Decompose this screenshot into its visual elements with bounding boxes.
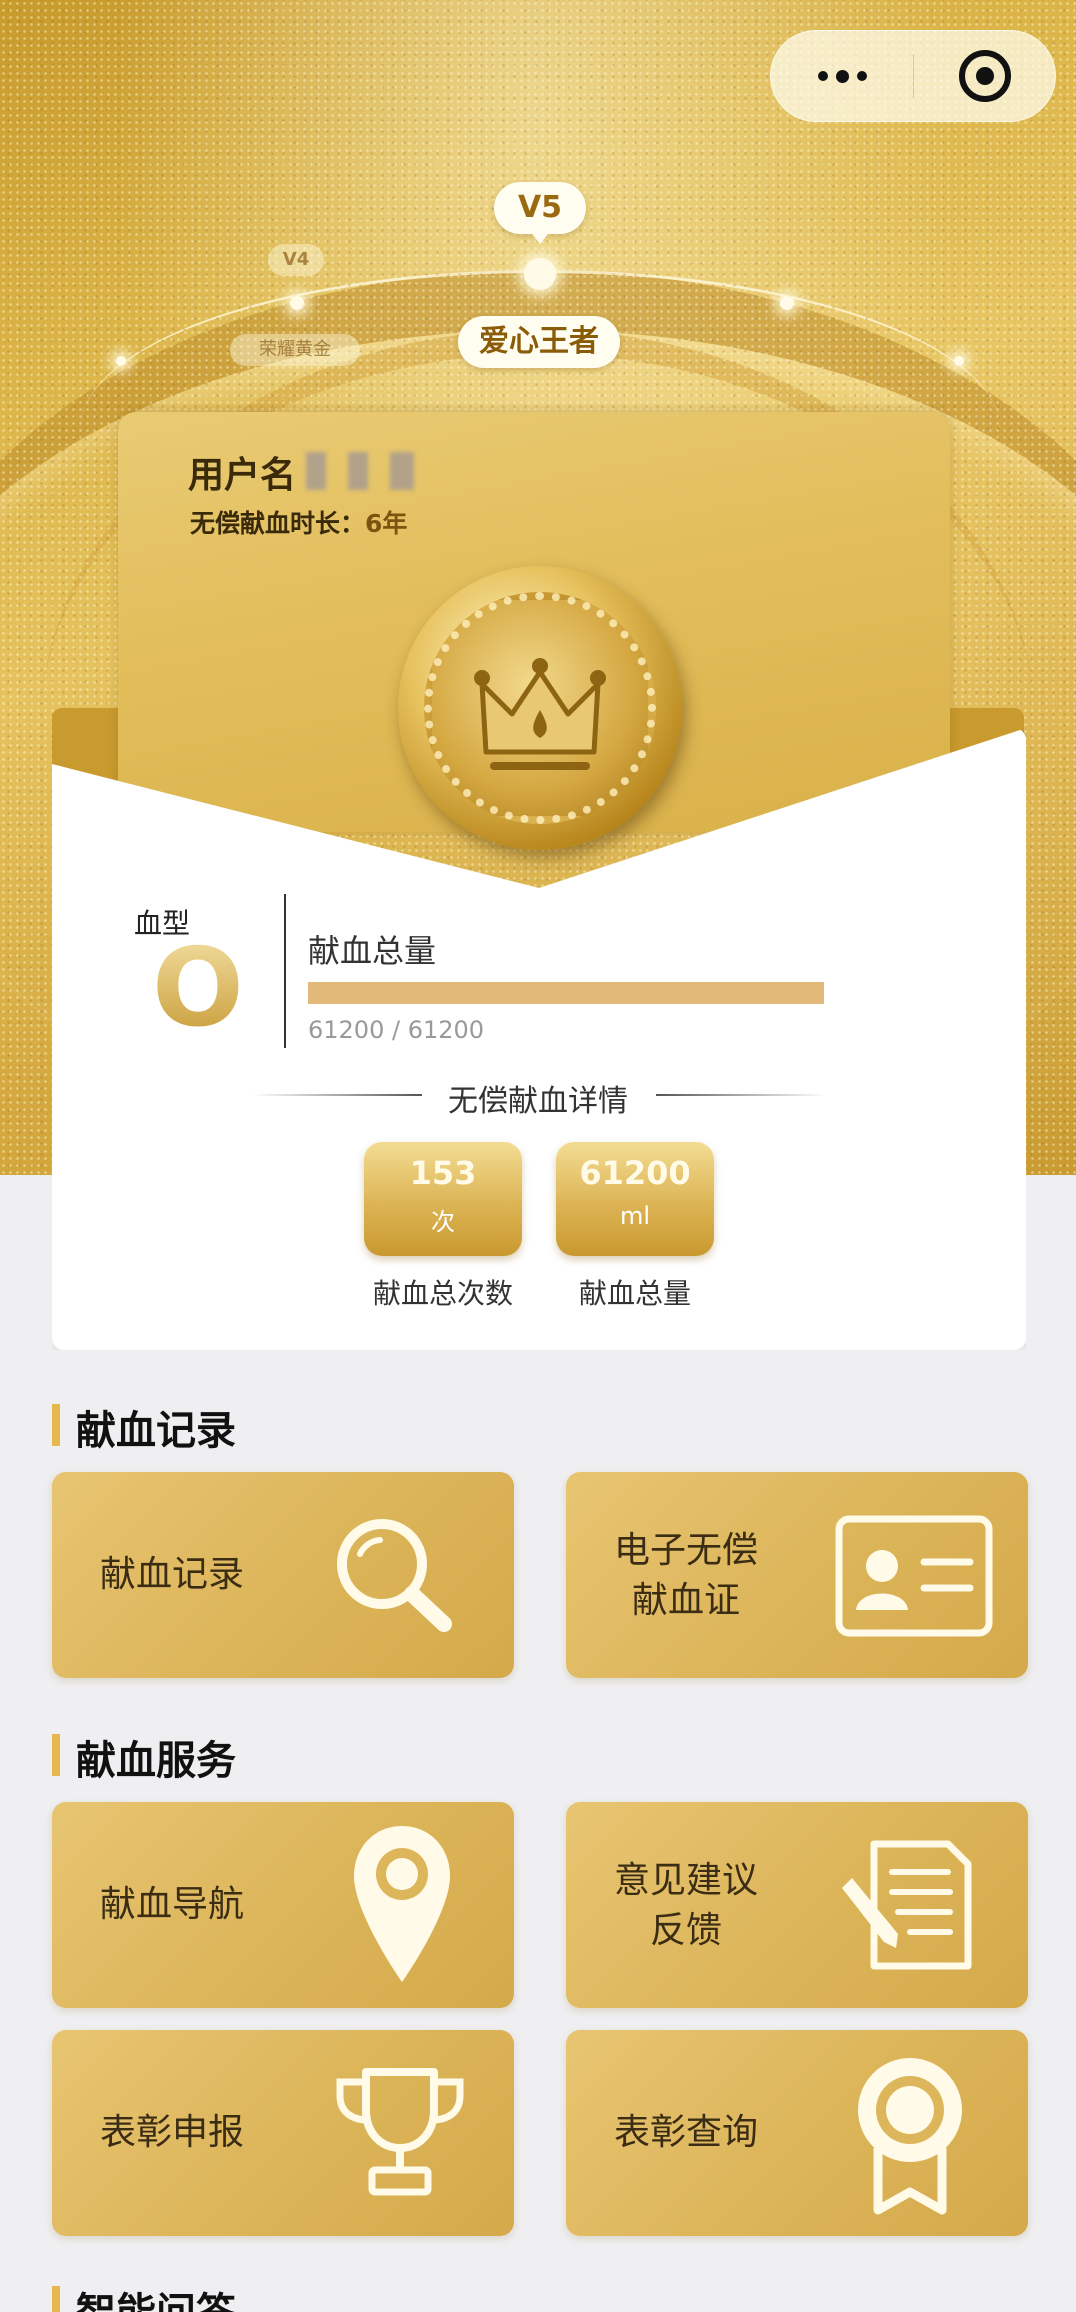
section-title-services: 献血服务	[52, 1728, 236, 1786]
tile-label: 表彰查询	[613, 2112, 758, 2153]
tile-label: 献血导航	[99, 1884, 244, 1925]
stat-count-label: 献血总次数	[372, 1277, 513, 1310]
award-ribbon-icon	[858, 2058, 962, 2215]
mini-program-capsule	[770, 30, 1056, 122]
stat-volume-label: 献血总量	[578, 1277, 691, 1310]
level-name-prev: 荣耀黄金	[230, 334, 360, 366]
tile-label-line2: 反馈	[649, 1910, 722, 1951]
level-dot-far-left	[116, 356, 126, 366]
blood-divider	[284, 894, 286, 1048]
section-title-qa: 智能问答	[52, 2280, 236, 2312]
username-label: 用户名	[188, 455, 297, 496]
username-redacted	[390, 452, 414, 490]
target-close-icon[interactable]	[914, 30, 1055, 122]
donation-duration: 无偿献血时长：6年	[190, 509, 408, 538]
stat-count-value: 153	[409, 1154, 477, 1192]
tile-label: 电子无偿 献血证	[566, 1526, 806, 1626]
tile-label-line1: 意见建议	[613, 1860, 758, 1901]
location-pin-icon	[354, 1826, 450, 1982]
tile-electronic-certificate[interactable]: 电子无偿 献血证	[566, 1472, 1028, 1678]
level-dot-current	[524, 258, 556, 290]
more-dots-icon[interactable]	[771, 30, 913, 122]
tile-commendation-query[interactable]: 表彰查询	[566, 2030, 1028, 2236]
id-card-icon	[835, 1515, 993, 1637]
level-tag-current[interactable]: V5	[494, 182, 586, 244]
tile-label: 意见建议 反馈	[566, 1856, 806, 1956]
tile-label: 表彰申报	[99, 2112, 244, 2153]
tile-label-line2: 献血证	[631, 1580, 740, 1621]
username-redacted	[306, 452, 326, 490]
magnifier-icon	[337, 1519, 452, 1632]
tile-donation-records[interactable]: 献血记录	[52, 1472, 514, 1678]
username-redacted	[348, 452, 368, 490]
level-dot-prev	[290, 296, 304, 310]
tile-donation-navigation[interactable]: 献血导航	[52, 1802, 514, 2008]
tile-label: 献血记录	[99, 1554, 244, 1595]
tile-commendation-apply[interactable]: 表彰申报	[52, 2030, 514, 2236]
level-dot-far-right	[954, 356, 964, 366]
total-volume-label: 献血总量	[308, 932, 437, 970]
level-dot-next	[780, 296, 794, 310]
details-title: 无偿献血详情	[448, 1084, 628, 1119]
level-tag-prev[interactable]: V4	[268, 244, 324, 276]
section-title-records: 献血记录	[52, 1398, 236, 1456]
stat-count-badge: 153 次	[364, 1142, 522, 1256]
blood-type-value: O	[152, 926, 244, 1051]
stat-count-unit: 次	[431, 1208, 455, 1236]
crown-medal-icon	[398, 566, 682, 850]
stat-volume-unit: ml	[619, 1202, 651, 1230]
stat-volume-value: 61200	[579, 1154, 691, 1192]
volume-progress-fill	[308, 982, 824, 1004]
stat-volume-badge: 61200 ml	[556, 1142, 714, 1256]
level-name-current: 爱心王者	[458, 316, 620, 368]
tile-label-line1: 电子无偿	[613, 1530, 758, 1571]
document-pen-icon	[842, 1840, 972, 1970]
tile-feedback[interactable]: 意见建议 反馈	[566, 1802, 1028, 2008]
trophy-icon	[336, 2068, 464, 2196]
volume-progress-text: 61200 / 61200	[308, 1016, 485, 1044]
divider-right	[656, 1094, 826, 1096]
